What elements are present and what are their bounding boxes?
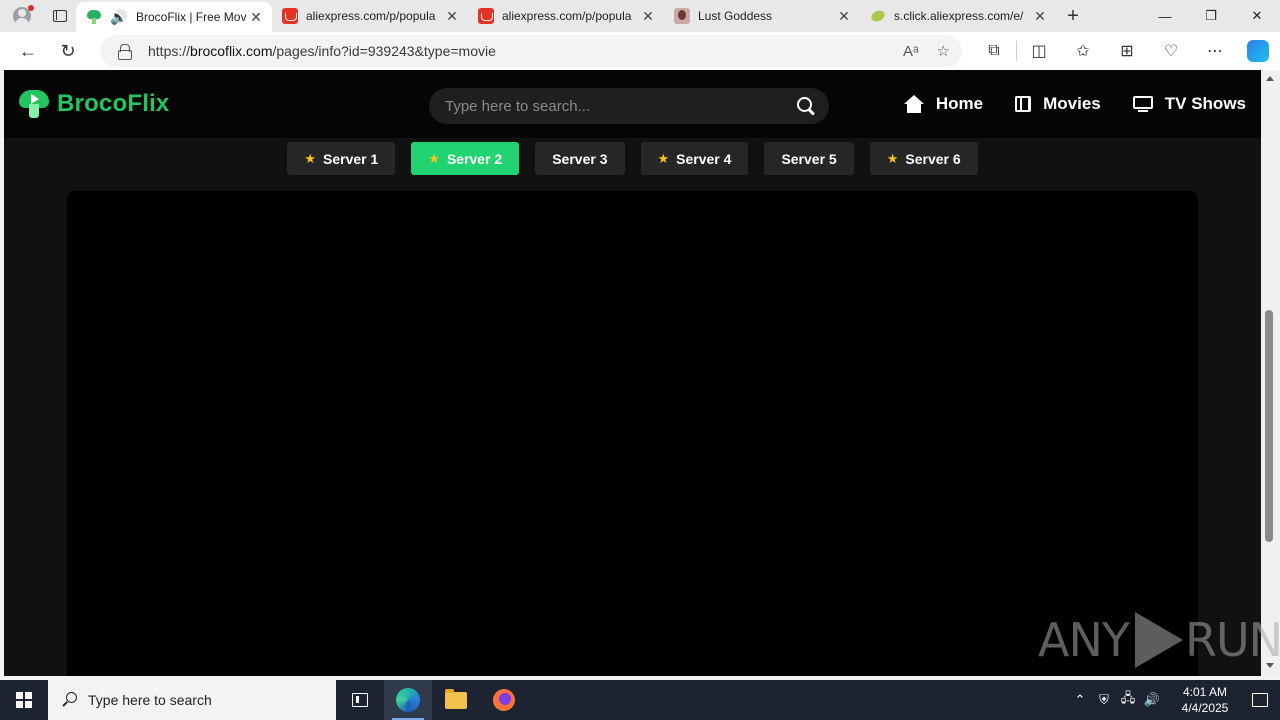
scroll-up-icon[interactable] <box>1266 76 1274 81</box>
notification-dot <box>28 5 34 11</box>
tab-title: s.click.aliexpress.com/e/ <box>894 9 1024 23</box>
taskbar-search[interactable]: Type here to search <box>48 680 336 720</box>
nav-tv-shows[interactable]: TV Shows <box>1132 94 1246 114</box>
volume-icon[interactable]: 🔊 <box>1140 692 1164 708</box>
brocoflix-favicon-icon <box>86 9 102 25</box>
favorites-icon[interactable]: ✩ <box>1061 32 1105 70</box>
browser-essentials-icon[interactable]: ♡ <box>1149 32 1193 70</box>
notification-icon <box>1252 693 1268 707</box>
star-icon: ★ <box>304 150 316 166</box>
close-tab-icon[interactable]: ✕ <box>640 8 656 25</box>
tab-title: Lust Goddess <box>698 9 773 23</box>
lock-icon[interactable] <box>118 44 132 60</box>
server-4-button[interactable]: ★ Server 4 <box>640 142 749 175</box>
server-6-button[interactable]: ★ Server 6 <box>869 142 978 175</box>
nav-movies[interactable]: Movies <box>1015 94 1101 114</box>
read-aloud-icon[interactable]: Aᵃ <box>903 43 919 60</box>
tab-title: aliexpress.com/p/popula <box>306 9 436 23</box>
address-bar[interactable]: https://brocoflix.com/pages/info?id=9392… <box>100 35 962 67</box>
refresh-button[interactable]: ↻ <box>48 32 88 70</box>
browser-toolbar: ← ↻ https://brocoflix.com/pages/info?id=… <box>0 32 1280 70</box>
more-menu-icon[interactable]: ⋯ <box>1193 32 1237 70</box>
edge-icon <box>396 688 420 712</box>
star-icon: ★ <box>428 150 440 166</box>
lust-goddess-favicon-icon <box>674 8 690 24</box>
network-icon[interactable]: 🖧 <box>1116 689 1140 711</box>
speaker-icon[interactable]: 🔊 <box>110 9 128 26</box>
site-search[interactable] <box>429 88 829 124</box>
search-icon[interactable] <box>797 97 815 115</box>
tab-title: aliexpress.com/p/popula <box>502 9 632 23</box>
window-controls: — ❐ ✕ <box>1142 0 1280 32</box>
page-scrollbar[interactable] <box>1261 70 1280 676</box>
site-nav: Home Movies TV Shows <box>903 88 1246 120</box>
firefox-icon <box>493 689 515 711</box>
server-selector: ★ Server 1 ★ Server 2 Server 3 ★ Server 4 S… <box>4 142 1261 175</box>
web-page: BrocoFlix Home Movies TV Shows ★Server 1… <box>4 70 1261 676</box>
site-logo[interactable]: BrocoFlix <box>19 88 169 120</box>
collections-icon[interactable]: ⊞ <box>1105 32 1149 70</box>
restore-button[interactable]: ❐ <box>1188 0 1234 32</box>
anyrun-watermark: ANY RUN <box>1038 612 1280 668</box>
windows-logo-icon <box>16 692 32 708</box>
system-tray: ⌃ ⛨ 🖧 🔊 4:01 AM 4/4/2025 <box>1068 680 1280 720</box>
search-icon <box>62 692 78 708</box>
scrollbar-thumb[interactable] <box>1265 310 1273 542</box>
server-3-button[interactable]: Server 3 <box>535 142 625 175</box>
tab-actions-icon <box>53 10 67 22</box>
profile-button[interactable] <box>0 0 44 32</box>
start-button[interactable] <box>0 680 48 720</box>
task-view-icon <box>352 693 368 707</box>
notifications-button[interactable] <box>1240 680 1280 720</box>
site-header: BrocoFlix Home Movies TV Shows <box>4 70 1261 138</box>
close-tab-icon[interactable]: ✕ <box>248 9 264 26</box>
aliexpress-favicon-icon <box>478 8 494 24</box>
play-triangle-icon <box>1133 612 1183 668</box>
chevron-up-icon[interactable]: ⌃ <box>1068 692 1092 708</box>
extensions-icon[interactable]: ⧉ <box>972 32 1016 70</box>
favorite-star-icon[interactable]: ☆ <box>937 42 950 60</box>
folder-icon <box>445 688 467 709</box>
tab-actions-button[interactable] <box>44 0 76 32</box>
nav-home[interactable]: Home <box>903 94 983 114</box>
server-1-button[interactable]: ★ Server 1 <box>287 142 396 175</box>
file-explorer-button[interactable] <box>432 680 480 720</box>
split-screen-icon[interactable]: ◫ <box>1017 32 1061 70</box>
home-icon <box>903 95 924 113</box>
firefox-taskbar-button[interactable] <box>480 680 528 720</box>
brand-name: BrocoFlix <box>57 90 170 117</box>
search-input[interactable] <box>445 97 797 115</box>
broccoli-logo-icon <box>19 88 49 120</box>
new-tab-button[interactable]: + <box>1056 0 1090 32</box>
edge-taskbar-button[interactable] <box>384 680 432 720</box>
video-player[interactable] <box>67 191 1198 676</box>
tab-aliexpress-2[interactable]: aliexpress.com/p/popula ✕ <box>468 0 664 32</box>
server-2-button[interactable]: ★ Server 2 <box>411 142 520 175</box>
film-icon <box>1015 96 1032 112</box>
tab-aliexpress-1[interactable]: aliexpress.com/p/popula ✕ <box>272 0 468 32</box>
url-text[interactable]: https://brocoflix.com/pages/info?id=9392… <box>148 43 962 59</box>
tab-sclick[interactable]: s.click.aliexpress.com/e/ ✕ <box>860 0 1056 32</box>
task-view-button[interactable] <box>336 680 384 720</box>
star-icon: ★ <box>886 150 899 166</box>
close-tab-icon[interactable]: ✕ <box>836 8 852 25</box>
tab-brocoflix[interactable]: 🔊 BrocoFlix | Free Mov ✕ <box>76 2 272 32</box>
windows-taskbar: Type here to search ⌃ ⛨ 🖧 🔊 4:01 AM 4/4/… <box>0 680 1280 720</box>
security-icon[interactable]: ⛨ <box>1092 692 1116 708</box>
tv-icon <box>1132 96 1153 112</box>
clock[interactable]: 4:01 AM 4/4/2025 <box>1170 684 1240 716</box>
copilot-icon[interactable] <box>1247 40 1269 62</box>
minimize-button[interactable]: — <box>1142 0 1188 32</box>
star-icon: ★ <box>657 150 670 166</box>
close-tab-icon[interactable]: ✕ <box>1032 8 1048 25</box>
tab-lust-goddess[interactable]: Lust Goddess ✕ <box>664 0 860 32</box>
close-tab-icon[interactable]: ✕ <box>444 8 460 25</box>
back-button[interactable]: ← <box>8 32 48 70</box>
aliexpress-favicon-icon <box>282 8 298 24</box>
click-favicon-icon <box>870 8 886 24</box>
close-window-button[interactable]: ✕ <box>1234 0 1280 32</box>
tab-title: BrocoFlix | Free Mov <box>136 10 247 24</box>
server-5-button[interactable]: Server 5 <box>764 142 854 175</box>
browser-tab-strip: 🔊 BrocoFlix | Free Mov ✕ aliexpress.com/… <box>0 0 1280 32</box>
